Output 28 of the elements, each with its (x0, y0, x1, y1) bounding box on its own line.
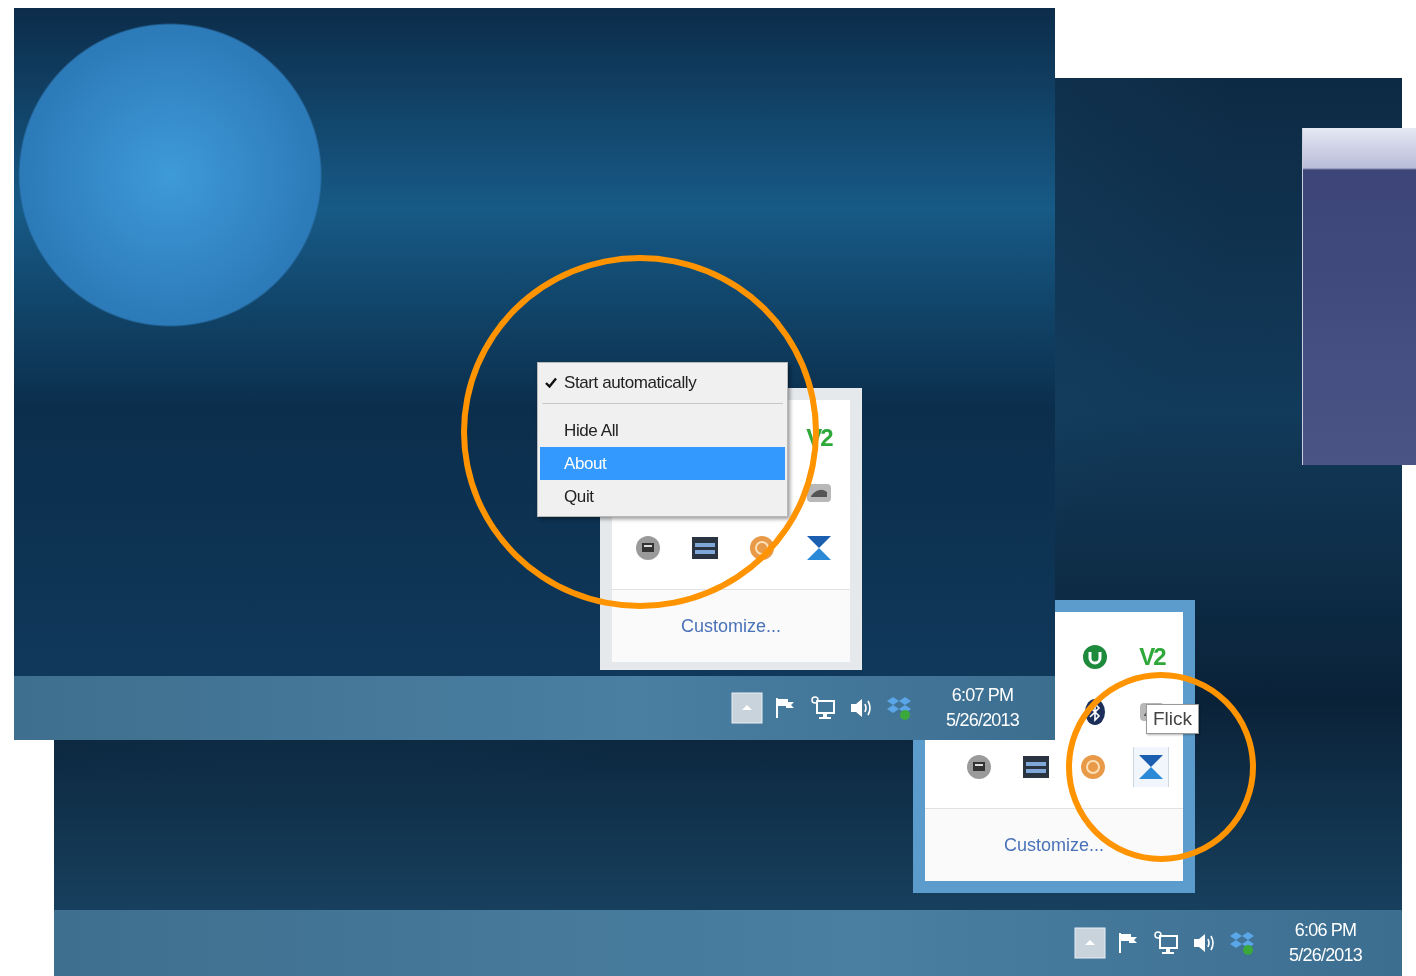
customize-link[interactable]: Customize... (1004, 834, 1104, 856)
disc-icon (635, 534, 661, 561)
disc-icon (966, 753, 992, 780)
menu-item[interactable]: Quit (540, 480, 785, 513)
clock-date: 5/26/2013 (946, 710, 1019, 731)
customize-link[interactable]: Customize... (681, 615, 781, 637)
network-icon[interactable] (1153, 930, 1180, 956)
clock-time: 6:06 PM (1294, 920, 1357, 941)
film-icon (1022, 753, 1050, 780)
flick-icon (805, 533, 833, 562)
show-hidden-icons-button[interactable] (1073, 926, 1108, 960)
clock-date: 5/26/2013 (1289, 945, 1362, 966)
menu-item[interactable]: About (540, 447, 785, 480)
tray-app-button[interactable]: V2 (1135, 636, 1169, 677)
coin-icon (749, 534, 775, 561)
menu-item[interactable]: Hide All (540, 414, 785, 447)
coin-icon (1080, 753, 1106, 780)
clock-time: 6:07 PM (951, 685, 1014, 706)
network-icon[interactable] (810, 695, 837, 721)
bluetooth-icon (1084, 697, 1106, 726)
flick-icon (1137, 752, 1165, 781)
menu-item[interactable]: Start automatically (540, 366, 785, 399)
torrent-icon (1082, 643, 1108, 670)
check-icon (545, 377, 557, 388)
tray-app-button[interactable] (1133, 746, 1169, 787)
tooltip: Flick (1146, 704, 1200, 734)
show-hidden-icons-button[interactable] (730, 691, 765, 725)
film-icon (691, 534, 719, 561)
